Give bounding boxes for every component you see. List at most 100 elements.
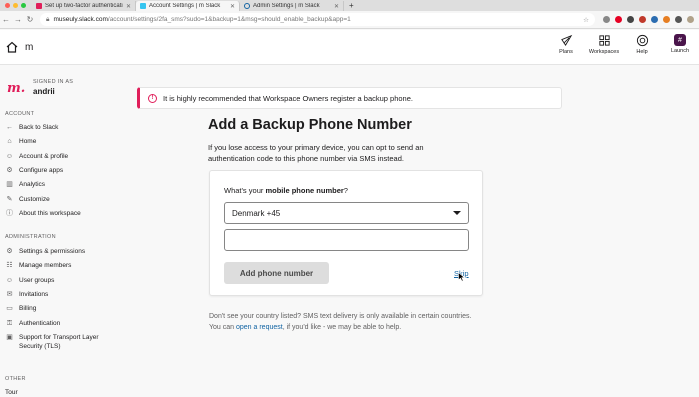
sidebar-item-tls[interactable]: ▣ Support for Transport Layer Security (T… bbox=[5, 333, 115, 351]
tab-close-icon[interactable]: ✕ bbox=[230, 3, 235, 10]
slack-launch-icon: # bbox=[674, 34, 686, 46]
minimize-window-dot[interactable] bbox=[13, 3, 18, 8]
back-arrow-icon[interactable]: ← bbox=[0, 15, 12, 24]
footer-line-2: You can open a request, if you'd like - … bbox=[209, 324, 402, 331]
tab-title: Account Settings | m Slack bbox=[149, 3, 221, 9]
sidebar-item-label: Settings & permissions bbox=[19, 248, 86, 255]
home-icon[interactable] bbox=[5, 40, 19, 54]
sidebar-item-about-workspace[interactable]: ⓘ About this workspace bbox=[5, 209, 115, 218]
profile-avatar-icon[interactable] bbox=[687, 16, 694, 23]
phone-form-card: What's your mobile phone number? Denmark… bbox=[209, 170, 483, 296]
sidebar-item-label: About this workspace bbox=[19, 210, 81, 217]
home-icon: ⌂ bbox=[7, 138, 12, 145]
brush-icon: ✎ bbox=[6, 196, 13, 203]
url-field[interactable]: 🔒︎ museuly.slack.com/account/settings/2f… bbox=[40, 13, 595, 26]
sidebar-item-settings-permissions[interactable]: ⚙ Settings & permissions bbox=[5, 247, 115, 256]
sidebar-item-label: Analytics bbox=[19, 181, 46, 188]
sidebar-item-label: Back to Slack bbox=[19, 124, 59, 131]
tab-close-icon[interactable]: ✕ bbox=[334, 3, 339, 10]
gear-icon: ⚙ bbox=[6, 248, 13, 255]
sidebar-item-configure-apps[interactable]: ⚙ Configure apps bbox=[5, 166, 115, 175]
url-path: /account/settings/2fa_sms?sudo=1&backup=… bbox=[107, 16, 351, 23]
sidebar-item-user-groups[interactable]: ☺ User groups bbox=[5, 276, 115, 285]
sidebar-item-label: Home bbox=[19, 138, 37, 145]
tab-title: Set up two-factor authenticati bbox=[45, 3, 123, 9]
forward-arrow-icon[interactable]: → bbox=[12, 15, 24, 24]
window-controls bbox=[0, 3, 32, 11]
apps-icon: ⚙ bbox=[6, 167, 13, 174]
close-window-dot[interactable] bbox=[5, 3, 10, 8]
extension-icon[interactable] bbox=[663, 16, 670, 23]
bookmark-star-icon[interactable]: ☆ bbox=[583, 16, 589, 24]
browser-tab-2fa[interactable]: Set up two-factor authenticati ✕ bbox=[32, 1, 136, 11]
mouse-cursor-icon bbox=[458, 272, 466, 282]
url-host: museuly.slack.com bbox=[53, 16, 108, 23]
workspace-logo[interactable]: m. bbox=[7, 81, 25, 96]
chevron-down-icon bbox=[453, 211, 461, 215]
browser-tab-account-settings[interactable]: Account Settings | m Slack ✕ bbox=[136, 1, 240, 11]
sidebar-item-analytics[interactable]: ▥ Analytics bbox=[5, 180, 115, 189]
page-description: If you lose access to your primary devic… bbox=[208, 143, 424, 163]
nav-plans[interactable]: Plans bbox=[547, 34, 585, 55]
sidebar-item-customize[interactable]: ✎ Customize bbox=[5, 195, 115, 204]
maximize-window-dot[interactable] bbox=[21, 3, 26, 8]
info-icon: ⓘ bbox=[6, 210, 13, 217]
sidebar-item-invitations[interactable]: ✉ Invitations bbox=[5, 290, 115, 299]
nav-help-label: Help bbox=[636, 49, 648, 55]
new-tab-button[interactable]: + bbox=[344, 1, 359, 11]
key-icon: ⚿ bbox=[6, 320, 13, 327]
nav-launch[interactable]: # Launch bbox=[661, 34, 699, 55]
administration-heading: ADMINISTRATION bbox=[5, 234, 56, 240]
phone-number-input[interactable] bbox=[224, 229, 469, 251]
sidebar-item-label: Authentication bbox=[19, 320, 61, 327]
sidebar-item-label: Manage members bbox=[19, 262, 72, 269]
username: andrii bbox=[33, 87, 55, 96]
reload-icon[interactable]: ↻ bbox=[24, 15, 36, 24]
extension-icons bbox=[603, 16, 694, 23]
slack-top-header: m Plans Workspaces Help # Launch bbox=[0, 30, 699, 65]
pinterest-icon[interactable] bbox=[615, 16, 622, 23]
sidebar-item-back-to-slack[interactable]: ← Back to Slack bbox=[5, 123, 115, 132]
people-icon: ☷ bbox=[6, 262, 13, 269]
sidebar-item-label: User groups bbox=[19, 277, 55, 284]
sidebar-item-home[interactable]: ⌂ Home bbox=[5, 137, 115, 146]
extension-icon[interactable] bbox=[675, 16, 682, 23]
add-phone-number-button[interactable]: Add phone number bbox=[224, 262, 329, 284]
sidebar-item-authentication[interactable]: ⚿ Authentication bbox=[5, 319, 115, 328]
top-nav: Plans Workspaces Help # Launch bbox=[547, 34, 699, 55]
open-request-link[interactable]: open a request bbox=[236, 324, 283, 331]
workspace-name[interactable]: m bbox=[25, 42, 33, 53]
sidebar-item-label: Tour bbox=[5, 389, 18, 396]
sidebar-item-tour[interactable]: Tour bbox=[5, 388, 115, 397]
sidebar-item-label: Billing bbox=[19, 305, 37, 312]
alert-text: It is highly recommended that Workspace … bbox=[163, 93, 413, 103]
sidebar-item-manage-members[interactable]: ☷ Manage members bbox=[5, 261, 115, 270]
tab-title: Admin Settings | m Slack bbox=[253, 3, 320, 9]
group-icon: ☺ bbox=[5, 277, 14, 284]
lock-icon: ▣ bbox=[6, 334, 13, 341]
extension-icon[interactable] bbox=[639, 16, 646, 23]
envelope-icon: ✉ bbox=[6, 291, 13, 298]
tab-close-icon[interactable]: ✕ bbox=[126, 3, 131, 10]
nav-help[interactable]: Help bbox=[623, 34, 661, 55]
layers-icon[interactable] bbox=[627, 16, 634, 23]
rocket-icon bbox=[560, 34, 572, 47]
browser-tab-admin-settings[interactable]: Admin Settings | m Slack ✕ bbox=[240, 1, 344, 11]
sidebar-item-label: Invitations bbox=[19, 291, 49, 298]
country-select[interactable]: Denmark +45 bbox=[224, 202, 469, 224]
sidebar-item-label: Configure apps bbox=[19, 167, 64, 174]
extension-icon[interactable] bbox=[651, 16, 658, 23]
phone-question-label: What's your mobile phone number? bbox=[224, 186, 348, 195]
lock-icon: 🔒︎ bbox=[46, 15, 50, 23]
slack-favicon-icon bbox=[140, 3, 146, 9]
slack-favicon-icon bbox=[36, 3, 42, 9]
card-icon: ▭ bbox=[6, 305, 13, 312]
grid-icon bbox=[598, 35, 610, 46]
sidebar-item-billing[interactable]: ▭ Billing bbox=[5, 304, 115, 313]
extension-icon[interactable] bbox=[603, 16, 610, 23]
loading-spinner-icon bbox=[244, 3, 250, 9]
nav-workspaces[interactable]: Workspaces bbox=[585, 34, 623, 55]
sidebar-item-account-profile[interactable]: ☺ Account & profile bbox=[5, 152, 115, 161]
address-bar-row: ← → ↻ 🔒︎ museuly.slack.com/account/setti… bbox=[0, 11, 699, 29]
sidebar-item-label: Support for Transport Layer Security (TL… bbox=[19, 334, 99, 350]
